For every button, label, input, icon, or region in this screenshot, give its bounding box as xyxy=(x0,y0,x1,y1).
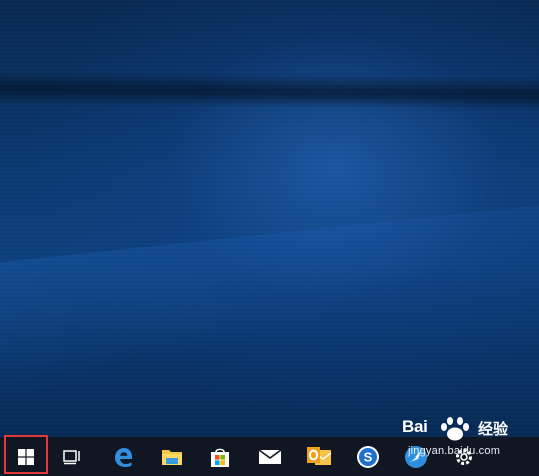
mail-icon xyxy=(258,448,282,464)
baidu-jingyan-watermark: Bai 经验 jingyan.baidu.com xyxy=(400,415,539,476)
watermark-brand: Bai xyxy=(402,417,428,436)
sogou-button[interactable]: S xyxy=(345,437,391,476)
folder-icon xyxy=(162,449,182,465)
windows-logo-icon xyxy=(18,448,34,465)
paw-icon xyxy=(441,417,469,441)
outlook-button[interactable] xyxy=(296,437,342,476)
watermark-url: jingyan.baidu.com xyxy=(408,445,501,457)
file-explorer-button[interactable] xyxy=(149,437,195,476)
edge-button[interactable] xyxy=(100,437,146,476)
s-circle-icon: S xyxy=(357,445,379,468)
task-view-button[interactable] xyxy=(49,437,95,476)
svg-text:S: S xyxy=(364,449,373,464)
desktop-wallpaper xyxy=(0,0,539,437)
edge-browser-icon xyxy=(115,447,132,467)
task-view-icon xyxy=(63,449,80,464)
outlook-icon xyxy=(307,446,332,465)
watermark-brand-suffix: 经验 xyxy=(478,421,509,438)
mail-button[interactable] xyxy=(247,437,293,476)
start-button[interactable] xyxy=(3,437,49,476)
store-button[interactable] xyxy=(197,437,243,476)
wallpaper-texture xyxy=(0,0,539,437)
store-bag-icon xyxy=(211,448,229,467)
